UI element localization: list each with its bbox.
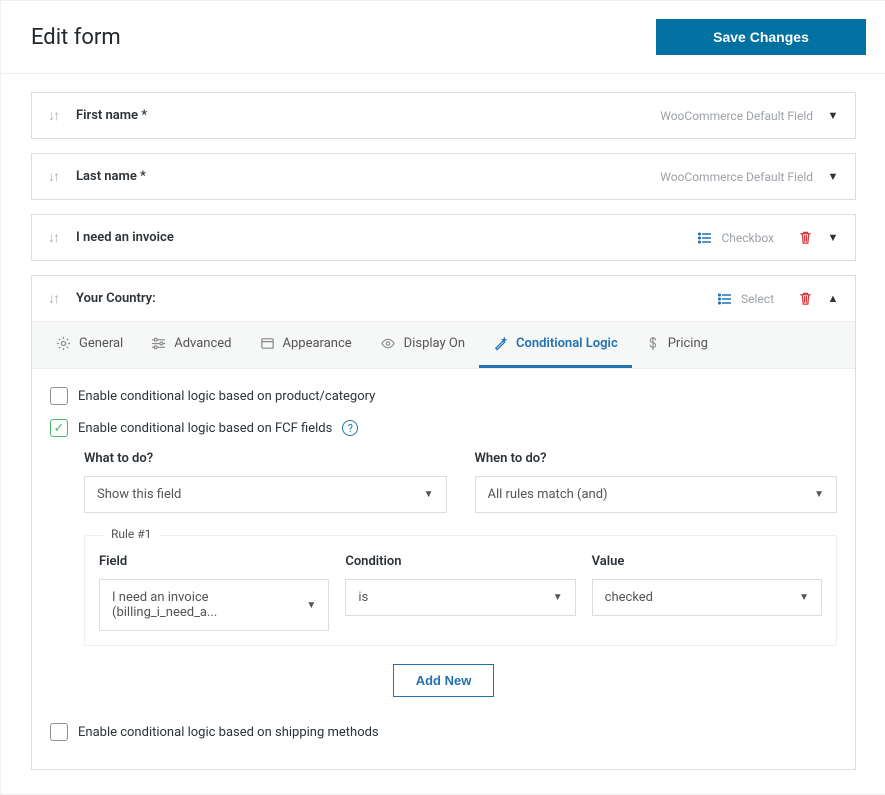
tab-display-on[interactable]: Display On: [366, 322, 479, 368]
enable-shipping-checkbox[interactable]: [50, 723, 68, 741]
tab-label: Pricing: [668, 336, 708, 351]
what-to-do-select[interactable]: Show this field ▼: [84, 476, 447, 513]
drag-handle-icon[interactable]: ↓↑: [48, 290, 58, 307]
tab-label: Advanced: [174, 336, 231, 351]
rule-condition-value: is: [358, 590, 368, 605]
rule-field-value: I need an invoice (billing_i_need_a...: [112, 590, 306, 620]
rule-value-value: checked: [605, 590, 653, 605]
tab-general[interactable]: General: [42, 322, 137, 368]
field-row[interactable]: ↓↑ Your Country: Select ▲: [32, 276, 855, 321]
field-label: Your Country:: [76, 291, 717, 306]
tab-advanced[interactable]: Advanced: [137, 322, 245, 368]
what-to-do-value: Show this field: [97, 487, 181, 502]
chevron-down-icon: ▼: [553, 592, 563, 603]
rule-condition-select[interactable]: is ▼: [345, 579, 575, 616]
enable-product-label: Enable conditional logic based on produc…: [78, 389, 375, 404]
delete-field-icon[interactable]: [798, 291, 813, 306]
expand-toggle-icon[interactable]: ▼: [827, 231, 839, 244]
list-icon: [717, 291, 733, 307]
enable-product-checkbox[interactable]: [50, 387, 68, 405]
gear-icon: [56, 336, 71, 351]
chevron-down-icon: ▼: [424, 489, 434, 500]
rule-field-select[interactable]: I need an invoice (billing_i_need_a... ▼: [99, 579, 329, 631]
drag-handle-icon[interactable]: ↓↑: [48, 168, 58, 185]
sliders-icon: [151, 336, 166, 351]
field-label: First name *: [76, 108, 660, 123]
tab-label: Display On: [404, 336, 465, 351]
enable-shipping-label: Enable conditional logic based on shippi…: [78, 725, 379, 740]
field-row[interactable]: ↓↑ I need an invoice Checkbox ▼: [31, 214, 856, 261]
what-to-do-label: What to do?: [84, 451, 447, 466]
when-to-do-value: All rules match (and): [488, 487, 608, 502]
magic-wand-icon: [493, 336, 508, 351]
when-to-do-label: When to do?: [475, 451, 838, 466]
rule-box: Rule #1 Field I need an invoice (billing…: [84, 535, 837, 646]
field-type-label: Checkbox: [721, 231, 774, 245]
tab-conditional-logic[interactable]: Conditional Logic: [479, 322, 632, 368]
drag-handle-icon[interactable]: ↓↑: [48, 229, 58, 246]
enable-fcf-checkbox[interactable]: ✓: [50, 419, 68, 437]
list-icon: [697, 230, 713, 246]
tab-label: Conditional Logic: [516, 336, 618, 351]
rule-condition-label: Condition: [345, 554, 575, 569]
tab-appearance[interactable]: Appearance: [246, 322, 366, 368]
chevron-down-icon: ▼: [799, 592, 809, 603]
field-row-expanded: ↓↑ Your Country: Select ▲ General: [31, 275, 856, 770]
tab-label: Appearance: [283, 336, 352, 351]
when-to-do-select[interactable]: All rules match (and) ▼: [475, 476, 838, 513]
delete-field-icon[interactable]: [798, 230, 813, 245]
rule-value-select[interactable]: checked ▼: [592, 579, 822, 616]
expand-toggle-icon[interactable]: ▼: [827, 109, 839, 122]
field-row[interactable]: ↓↑ First name * WooCommerce Default Fiel…: [31, 92, 856, 139]
appearance-icon: [260, 336, 275, 351]
eye-icon: [380, 336, 396, 351]
rule-legend: Rule #1: [103, 527, 159, 541]
drag-handle-icon[interactable]: ↓↑: [48, 107, 58, 124]
field-type-label: Select: [741, 292, 774, 306]
dollar-icon: [646, 336, 660, 351]
field-label: I need an invoice: [76, 230, 697, 245]
field-row[interactable]: ↓↑ Last name * WooCommerce Default Field…: [31, 153, 856, 200]
rule-field-label: Field: [99, 554, 329, 569]
help-icon[interactable]: ?: [342, 420, 358, 436]
field-settings-tabs: General Advanced Appearance: [32, 321, 855, 369]
enable-fcf-label: Enable conditional logic based on FCF fi…: [78, 421, 332, 436]
field-label: Last name *: [76, 169, 660, 184]
rule-value-label: Value: [592, 554, 822, 569]
field-type-label: WooCommerce Default Field: [660, 109, 813, 123]
collapse-toggle-icon[interactable]: ▲: [827, 292, 839, 305]
tab-pricing[interactable]: Pricing: [632, 322, 722, 368]
expand-toggle-icon[interactable]: ▼: [827, 170, 839, 183]
add-new-rule-button[interactable]: Add New: [393, 664, 495, 697]
field-type-label: WooCommerce Default Field: [660, 170, 813, 184]
chevron-down-icon: ▼: [814, 489, 824, 500]
chevron-down-icon: ▼: [306, 600, 316, 611]
tab-label: General: [79, 336, 123, 351]
save-changes-button[interactable]: Save Changes: [656, 19, 866, 55]
page-title: Edit form: [31, 25, 121, 50]
